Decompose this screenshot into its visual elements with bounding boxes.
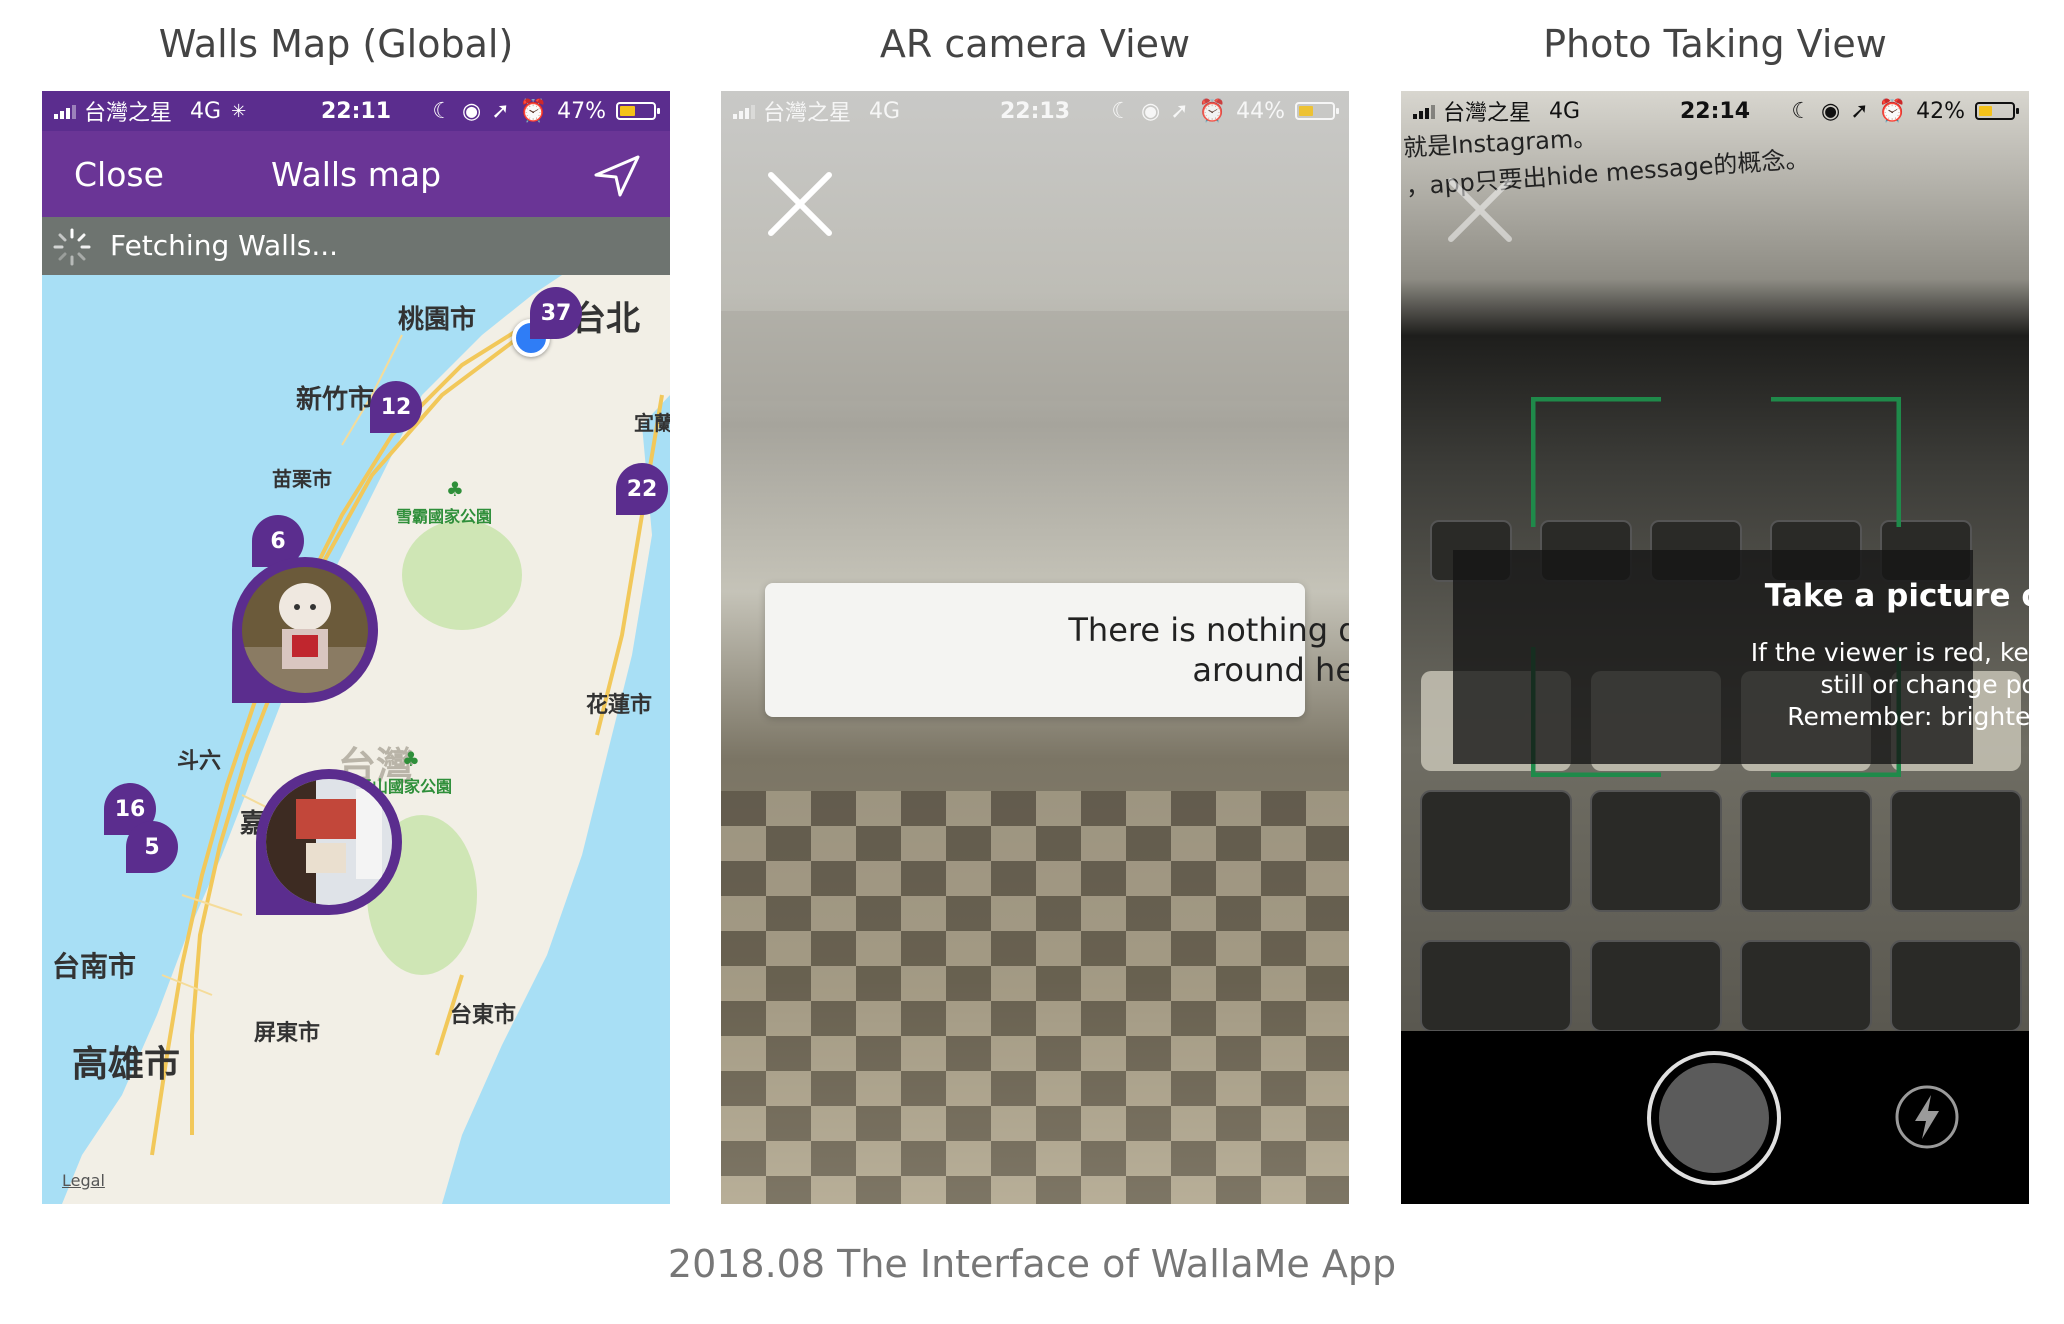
close-icon[interactable] (1445, 175, 1515, 249)
alert-message-line1: There is nothing discoverable (1068, 611, 1349, 649)
signal-icon (54, 103, 76, 119)
carrier-label: 台灣之星 (84, 101, 173, 126)
map-view[interactable]: 桃園市 台北 新竹市 宜蘭 苗栗市 花蓮市 斗六 嘉義市 台灣 台南市 高雄市 … (42, 275, 670, 1204)
wall-photo-pin[interactable] (256, 769, 402, 915)
page-title: Walls map (270, 155, 442, 194)
map-label-taitung: 台東市 (450, 1003, 517, 1028)
carrier-label: 台灣之星 (763, 101, 852, 126)
battery-percent: 47% (557, 98, 606, 124)
park-tree-icon: ♣ (446, 477, 464, 501)
moon-icon: ☾ (432, 98, 453, 124)
location-services-icon: ➚ (1850, 98, 1869, 124)
map-label-pingtung: 屏東市 (254, 1021, 321, 1046)
park-tree-icon: ♣ (402, 747, 420, 771)
map-label-douliu: 斗六 (177, 749, 222, 774)
battery-percent: 44% (1236, 98, 1285, 124)
wall-photo-pin[interactable] (232, 557, 378, 703)
map-label-sheipa-park: 雪霸國家公園 (396, 507, 493, 526)
legal-link[interactable]: Legal (62, 1171, 105, 1190)
spinner-icon (52, 227, 92, 274)
instruction-line: If the viewer is red, keep the phone (1750, 638, 2029, 667)
map-label-kaohsiung: 高雄市 (72, 1044, 181, 1085)
wall-cluster-pin[interactable]: 37 (530, 287, 582, 339)
status-time: 22:11 (320, 98, 392, 124)
camera-controls-bar (1401, 1031, 2029, 1204)
status-time: 22:14 (1679, 98, 1751, 124)
caption-photo-taking: Photo Taking View (1543, 22, 1887, 66)
alarm-icon: ⏰ (1198, 98, 1227, 124)
signal-icon (1413, 103, 1435, 119)
location-arrow-icon[interactable] (592, 153, 642, 203)
wall-cluster-pin[interactable]: 22 (616, 463, 668, 515)
close-icon[interactable] (765, 169, 835, 243)
map-label-taipei: 台北 (572, 299, 640, 339)
status-bar: 台灣之星 4G 22:13 ☾ ◉ ➚ ⏰ 44% (721, 91, 1349, 131)
battery-icon (616, 102, 660, 120)
status-bar: 台灣之星 4G ✳ 22:11 ☾ ◉ ➚ ⏰ 47% (42, 91, 670, 131)
wall-cluster-pin[interactable]: 5 (126, 821, 178, 873)
photo-taking-screen: 台灣之星 4G 22:14 ☾ ◉ ➚ ⏰ 42% 就是Instagram。 ，… (1401, 91, 2029, 1204)
moon-icon: ☾ (1791, 98, 1812, 124)
network-label: 4G (190, 98, 222, 124)
rotation-lock-icon: ◉ (1141, 98, 1161, 124)
walls-map-screen: 台灣之星 4G ✳ 22:11 ☾ ◉ ➚ ⏰ 47% Close Walls … (42, 91, 670, 1204)
instruction-line: still or change positions. (1820, 670, 2029, 699)
caption-ar-camera: AR camera View (879, 22, 1191, 66)
map-label-yilan: 宜蘭 (634, 411, 670, 435)
flash-icon[interactable] (1893, 1083, 1961, 1155)
wall-thumbnail (266, 779, 392, 905)
figure-caption: 2018.08 The Interface of WallaMe App (667, 1242, 1397, 1286)
location-services-icon: ➚ (491, 98, 510, 124)
activity-icon: ✳ (231, 100, 247, 122)
map-label-hualien: 花蓮市 (586, 693, 653, 718)
status-time: 22:13 (999, 98, 1071, 124)
wall-thumbnail (242, 567, 368, 693)
map-label-miaoli: 苗栗市 (272, 467, 332, 491)
network-label: 4G (869, 98, 901, 124)
fetching-banner: Fetching Walls... (42, 217, 670, 275)
instruction-overlay: Take a picture of a wall. If the viewer … (1453, 550, 2029, 764)
caption-walls-map: Walls Map (Global) (158, 22, 514, 66)
alarm-icon: ⏰ (519, 98, 548, 124)
map-label-hsinchu: 新竹市 (296, 385, 375, 415)
navigation-bar: Close Walls map (42, 131, 670, 217)
battery-percent: 42% (1916, 98, 1965, 124)
map-label-taoyuan: 桃園市 (398, 305, 477, 335)
shutter-button[interactable] (1647, 1051, 1781, 1185)
battery-icon (1975, 102, 2019, 120)
signal-icon (733, 103, 755, 119)
rotation-lock-icon: ◉ (462, 98, 482, 124)
ar-camera-screen: 台灣之星 4G 22:13 ☾ ◉ ➚ ⏰ 44% There is nothi… (721, 91, 1349, 1204)
alert-message-line2: around here... (1192, 651, 1349, 689)
moon-icon: ☾ (1111, 98, 1132, 124)
alarm-icon: ⏰ (1878, 98, 1907, 124)
battery-icon (1295, 102, 1339, 120)
shutter-core (1659, 1063, 1769, 1173)
instruction-line: Remember: brighter is better. (1787, 702, 2029, 731)
instruction-title: Take a picture of a wall. (1764, 578, 2029, 614)
wall-cluster-pin[interactable]: 12 (370, 381, 422, 433)
nothing-discoverable-alert: There is nothing discoverable around her… (765, 583, 1349, 717)
location-services-icon: ➚ (1170, 98, 1189, 124)
map-label-tainan: 台南市 (52, 950, 137, 983)
fetching-text: Fetching Walls... (110, 229, 339, 262)
rotation-lock-icon: ◉ (1821, 98, 1841, 124)
